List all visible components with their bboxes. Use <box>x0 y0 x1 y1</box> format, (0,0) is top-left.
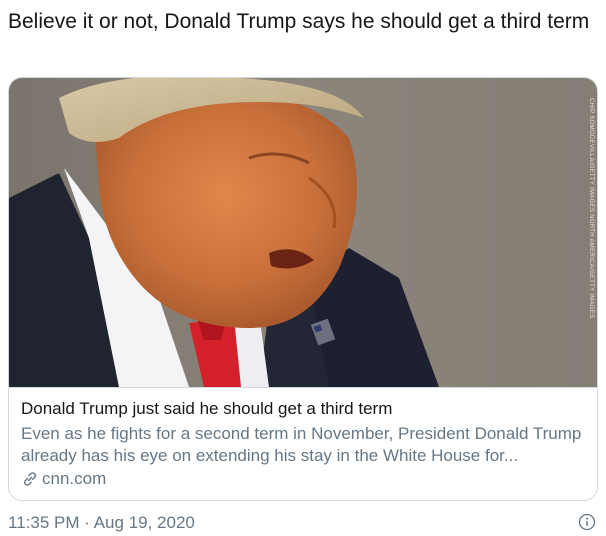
tweet-time[interactable]: 11:35 PM <box>8 513 80 532</box>
card-image[interactable]: CHIP SOMODEVILLA/GETTY IMAGES NORTH AMER… <box>9 78 597 388</box>
card-photo <box>9 78 597 387</box>
card-description: Even as he fights for a second term in N… <box>21 424 582 465</box>
link-icon <box>21 470 39 488</box>
timestamp[interactable]: 11:35 PM · Aug 19, 2020 <box>8 512 195 534</box>
card-title[interactable]: Donald Trump just said he should get a t… <box>21 398 585 420</box>
card-domain-text[interactable]: cnn.com <box>42 468 106 490</box>
link-card[interactable]: CHIP SOMODEVILLA/GETTY IMAGES NORTH AMER… <box>8 77 598 501</box>
tweet-date[interactable]: Aug 19, 2020 <box>94 513 195 532</box>
tweet-text: Believe it or not, Donald Trump says he … <box>8 10 590 33</box>
card-domain[interactable]: cnn.com <box>21 468 585 490</box>
photo-credit: CHIP SOMODEVILLA/GETTY IMAGES NORTH AMER… <box>588 98 594 319</box>
timestamp-separator: · <box>84 513 90 532</box>
card-body[interactable]: Donald Trump just said he should get a t… <box>9 388 597 490</box>
info-icon[interactable] <box>578 513 596 531</box>
